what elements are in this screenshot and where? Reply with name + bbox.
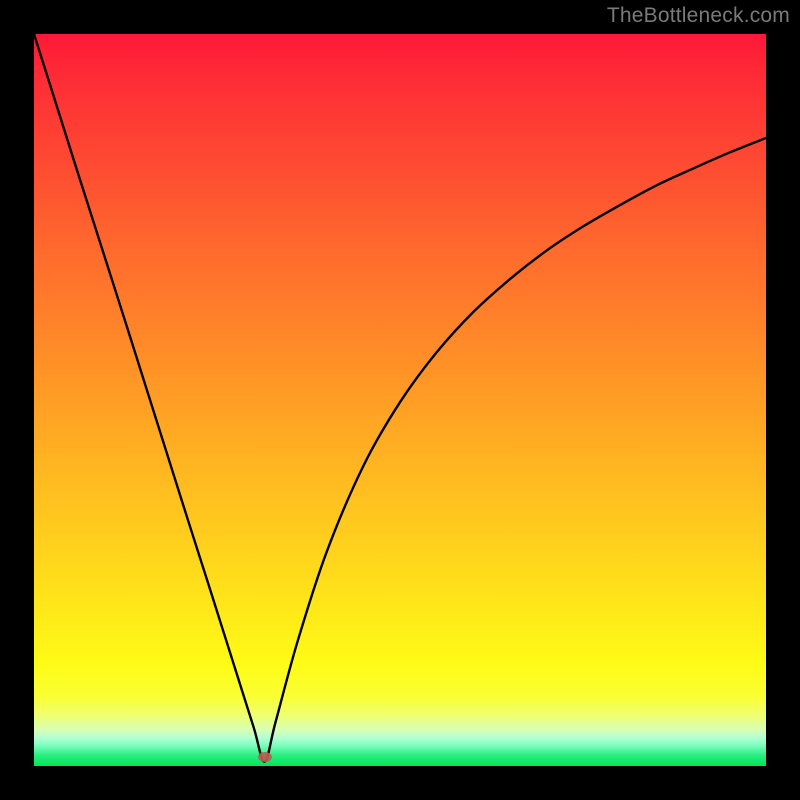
minimum-marker-dot: [258, 752, 272, 762]
curve-line: [34, 34, 766, 762]
watermark-text: TheBottleneck.com: [607, 4, 790, 28]
chart-frame: TheBottleneck.com: [0, 0, 800, 800]
curve-svg: [34, 34, 766, 766]
plot-area: [34, 34, 766, 766]
